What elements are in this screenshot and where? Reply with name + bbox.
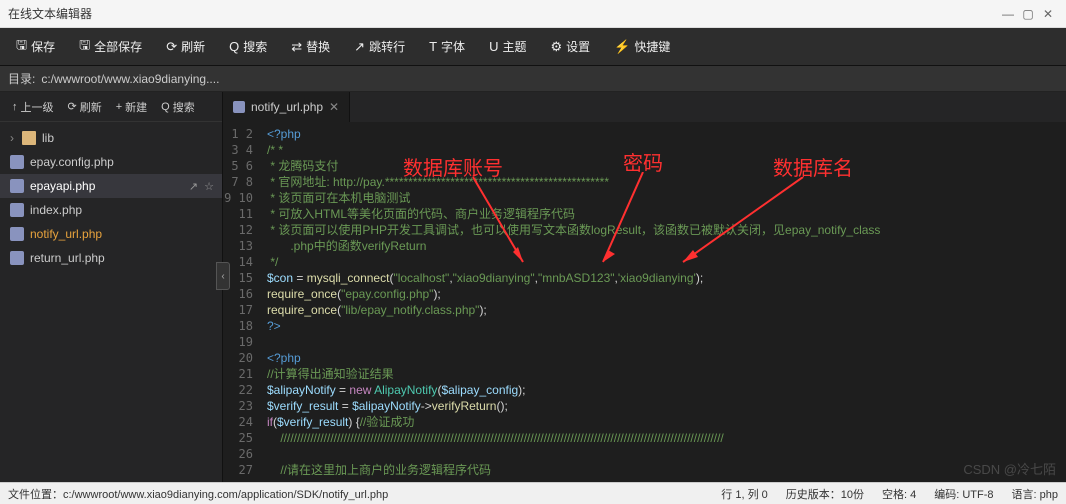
maximize-icon[interactable]: ▢ (1018, 7, 1038, 21)
plus-icon: + (116, 101, 122, 113)
path-value: c:/wwwroot/www.xiao9dianying.... (41, 72, 219, 86)
goto-icon: ↗ (354, 39, 365, 55)
goto-button[interactable]: ↗跳转行 (342, 28, 417, 66)
side-search-button[interactable]: Q搜索 (155, 96, 201, 118)
save-icon: 🖫 (16, 36, 27, 58)
code-area[interactable]: 1 2 3 4 5 6 7 8 9 10 11 12 13 14 15 16 1… (223, 122, 1066, 482)
font-button[interactable]: T字体 (417, 28, 477, 66)
search-icon: Q (161, 101, 170, 113)
status-encoding[interactable]: 编码: UTF-8 (934, 486, 993, 502)
status-bar: 文件位置：c:/wwwroot/www.xiao9dianying.com/ap… (0, 482, 1066, 504)
search-button[interactable]: Q搜索 (217, 28, 279, 66)
status-lang[interactable]: 语言: php (1012, 486, 1058, 502)
settings-button[interactable]: ⚙设置 (538, 28, 602, 66)
up-button[interactable]: ↑上一级 (6, 96, 60, 118)
saveall-button[interactable]: 🖫全部保存 (67, 28, 154, 66)
status-space[interactable]: 空格: 4 (882, 486, 916, 502)
file-tree: lib epay.config.php epayapi.php↗☆ index.… (0, 122, 222, 274)
tree-file[interactable]: return_url.php (0, 246, 222, 270)
editor-tab[interactable]: notify_url.php ✕ (223, 92, 350, 122)
tree-folder-lib[interactable]: lib (0, 126, 222, 150)
file-sidebar: ↑上一级 ⟳刷新 +新建 Q搜索 lib epay.config.php epa… (0, 92, 223, 482)
saveall-icon: 🖫 (79, 36, 90, 58)
path-label: 目录: (8, 70, 35, 87)
gear-icon: ⚙ (550, 39, 562, 55)
code-content[interactable]: <?php /* * * 龙腾码支付 * 官网地址: http://pay.**… (261, 122, 1066, 482)
tree-file[interactable]: epayapi.php↗☆ (0, 174, 222, 198)
star-icon[interactable]: ☆ (204, 180, 214, 193)
new-button[interactable]: +新建 (110, 96, 153, 118)
status-rowcol[interactable]: 行 1, 列 0 (721, 486, 767, 502)
sidebar-toolbar: ↑上一级 ⟳刷新 +新建 Q搜索 (0, 92, 222, 122)
refresh-icon: ⟳ (68, 100, 77, 113)
line-gutter: 1 2 3 4 5 6 7 8 9 10 11 12 13 14 15 16 1… (223, 122, 261, 482)
tree-file-notify[interactable]: notify_url.php (0, 222, 222, 246)
php-icon (233, 101, 245, 113)
refresh-button[interactable]: ⟳刷新 (154, 28, 217, 66)
search-icon: Q (229, 39, 239, 54)
up-icon: ↑ (12, 101, 18, 113)
status-history[interactable]: 历史版本：10份 (786, 486, 864, 502)
tree-file[interactable]: index.php (0, 198, 222, 222)
theme-button[interactable]: U主题 (477, 28, 538, 66)
php-icon (10, 155, 24, 169)
php-icon (10, 203, 24, 217)
share-icon[interactable]: ↗ (189, 180, 198, 193)
font-icon: T (429, 39, 437, 54)
replace-button[interactable]: ⇄替换 (279, 28, 342, 66)
replace-icon: ⇄ (291, 39, 302, 55)
shortcut-button[interactable]: ⚡快捷键 (602, 28, 682, 66)
save-button[interactable]: 🖫保存 (4, 28, 67, 66)
close-icon[interactable]: ✕ (1038, 7, 1058, 21)
php-icon (10, 179, 24, 193)
status-filepath: 文件位置：c:/wwwroot/www.xiao9dianying.com/ap… (8, 486, 388, 502)
bolt-icon: ⚡ (614, 39, 630, 55)
app-title: 在线文本编辑器 (8, 5, 92, 22)
php-icon (10, 251, 24, 265)
editor-pane: notify_url.php ✕ 1 2 3 4 5 6 7 8 9 10 11… (223, 92, 1066, 482)
theme-icon: U (489, 39, 498, 54)
php-icon (10, 227, 24, 241)
tree-file[interactable]: epay.config.php (0, 150, 222, 174)
path-bar: 目录: c:/wwwroot/www.xiao9dianying.... (0, 66, 1066, 92)
collapse-sidebar-button[interactable]: ‹ (216, 262, 230, 290)
title-bar: 在线文本编辑器 — ▢ ✕ (0, 0, 1066, 28)
side-refresh-button[interactable]: ⟳刷新 (62, 96, 108, 118)
editor-tabs: notify_url.php ✕ (223, 92, 1066, 122)
close-tab-icon[interactable]: ✕ (329, 100, 339, 114)
minimize-icon[interactable]: — (998, 7, 1018, 21)
folder-icon (22, 131, 36, 145)
refresh-icon: ⟳ (166, 39, 177, 55)
main-toolbar: 🖫保存 🖫全部保存 ⟳刷新 Q搜索 ⇄替换 ↗跳转行 T字体 U主题 ⚙设置 ⚡… (0, 28, 1066, 66)
